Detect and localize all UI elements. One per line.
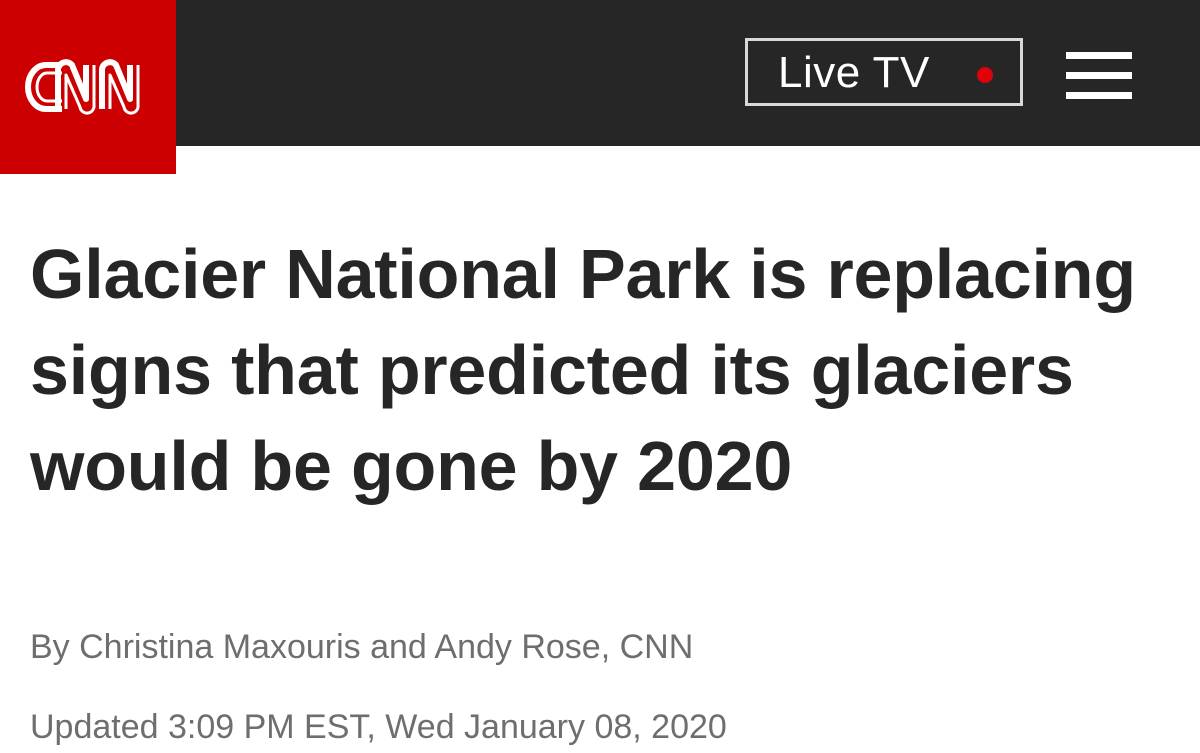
cnn-logo[interactable] xyxy=(0,0,176,174)
menu-bar-middle xyxy=(1066,72,1132,79)
live-tv-label: Live TV xyxy=(778,48,930,97)
article-timestamp: Updated 3:09 PM EST, Wed January 08, 202… xyxy=(30,708,727,746)
live-indicator-icon xyxy=(977,67,993,83)
article-headline: Glacier National Park is replacing signs… xyxy=(30,235,1136,505)
article-byline: By Christina Maxouris and Andy Rose, CNN xyxy=(30,628,694,666)
menu-bar-top xyxy=(1066,52,1132,59)
cnn-logo-icon xyxy=(25,59,140,115)
site-header: Live TV xyxy=(0,0,1200,174)
live-tv-button[interactable]: Live TV xyxy=(745,38,1023,106)
hamburger-menu-icon[interactable] xyxy=(1066,52,1132,100)
menu-bar-bottom xyxy=(1066,92,1132,99)
